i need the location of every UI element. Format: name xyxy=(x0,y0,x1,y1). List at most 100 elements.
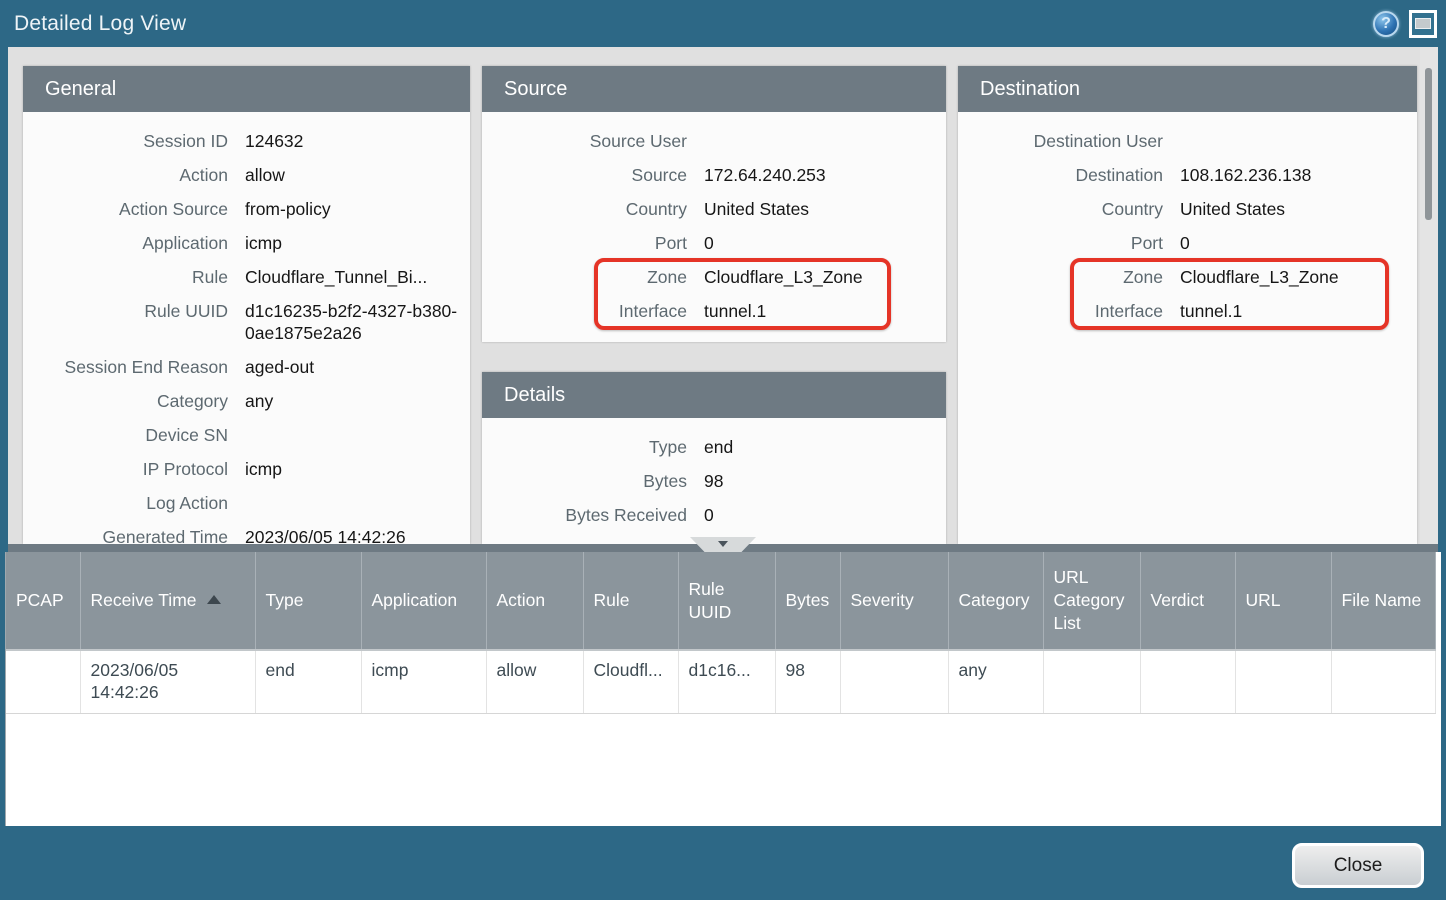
column-header-url-category-list[interactable]: URL Category List xyxy=(1043,552,1140,650)
field-row-action: Actionallow xyxy=(23,158,470,192)
field-row-session-end-reason: Session End Reason aged-out xyxy=(23,350,470,384)
log-table-region: PCAP Receive Time Type Application Action Rul… xyxy=(5,552,1441,826)
maximize-window-icon[interactable] xyxy=(1409,10,1437,38)
field-label: Destination User xyxy=(958,130,1163,152)
field-label: Session End Reason xyxy=(23,356,228,378)
column-header-rule-uuid[interactable]: Rule UUID xyxy=(678,552,775,650)
field-label: Action xyxy=(23,164,228,186)
column-header-category[interactable]: Category xyxy=(948,552,1043,650)
panel-general: General Session ID124632ActionallowActio… xyxy=(23,66,470,544)
column-header-severity[interactable]: Severity xyxy=(840,552,948,650)
field-row-rule: RuleCloudflare_Tunnel_Bi... xyxy=(23,260,470,294)
field-row-rule-uuid: Rule UUIDd1c16235-b2f2-4327-b380-0ae1875… xyxy=(23,294,470,350)
field-label: Rule UUID xyxy=(23,300,228,344)
column-header-label: PCAP xyxy=(16,590,64,610)
field-row-source-user: Source User xyxy=(482,124,946,158)
panel-details-header: Details xyxy=(482,372,946,418)
column-header-label: Severity xyxy=(851,590,914,610)
field-value xyxy=(704,130,946,152)
column-header-label: Action xyxy=(497,590,546,610)
column-header-type[interactable]: Type xyxy=(255,552,361,650)
column-header-verdict[interactable]: Verdict xyxy=(1140,552,1235,650)
sort-ascending-icon xyxy=(207,595,221,604)
field-label: Country xyxy=(482,198,687,220)
table-cell-verdict xyxy=(1140,650,1235,713)
field-value: 0 xyxy=(1180,232,1417,254)
log-table: PCAP Receive Time Type Application Action Rul… xyxy=(6,552,1436,714)
field-row-interface: Interfacetunnel.1 xyxy=(958,294,1417,328)
field-value: end xyxy=(704,436,946,458)
field-row-destination: Destination 108.162.236.138 xyxy=(958,158,1417,192)
table-cell-bytes: 98 xyxy=(775,650,840,713)
panel-general-header: General xyxy=(23,66,470,112)
column-header-label: URL Category List xyxy=(1054,567,1125,633)
close-button[interactable]: Close xyxy=(1292,843,1424,888)
field-row-generated-time: Generated Time2023/06/05 14:42:26 xyxy=(23,520,470,544)
field-value xyxy=(245,424,470,446)
field-label: Zone xyxy=(958,266,1163,288)
column-header-receive-time[interactable]: Receive Time xyxy=(80,552,255,650)
field-value: Cloudflare_Tunnel_Bi... xyxy=(245,266,470,288)
column-header-action[interactable]: Action xyxy=(486,552,583,650)
vertical-scrollbar[interactable] xyxy=(1420,47,1438,544)
field-label: Session ID xyxy=(23,130,228,152)
log-table-body: 2023/06/05 14:42:26endicmpallowCloudfl..… xyxy=(6,650,1435,713)
table-row[interactable]: 2023/06/05 14:42:26endicmpallowCloudfl..… xyxy=(6,650,1435,713)
field-value: icmp xyxy=(245,458,470,480)
panel-destination-header: Destination xyxy=(958,66,1417,112)
column-header-label: Verdict xyxy=(1151,590,1205,610)
field-label: Port xyxy=(482,232,687,254)
field-value: 0 xyxy=(704,232,946,254)
field-value: tunnel.1 xyxy=(1180,300,1417,322)
column-header-label: Rule xyxy=(594,590,630,610)
table-cell-pcap xyxy=(6,650,80,713)
panel-details: Details TypeendBytes98Bytes Received0 xyxy=(482,372,946,544)
panel-destination: Destination Destination User Destination 1… xyxy=(958,66,1417,544)
field-row-source: Source172.64.240.253 xyxy=(482,158,946,192)
column-header-label: File Name xyxy=(1342,590,1422,610)
scrollbar-thumb[interactable] xyxy=(1425,68,1432,220)
column-header-label: Category xyxy=(959,590,1030,610)
field-row-type: Typeend xyxy=(482,430,946,464)
title-bar: Detailed Log View ? xyxy=(0,0,1446,47)
table-cell-file-name xyxy=(1331,650,1435,713)
column-header-pcap[interactable]: PCAP xyxy=(6,552,80,650)
column-header-rule[interactable]: Rule xyxy=(583,552,678,650)
table-cell-url xyxy=(1235,650,1331,713)
field-label: Zone xyxy=(482,266,687,288)
field-value: aged-out xyxy=(245,356,470,378)
field-row-category: Categoryany xyxy=(23,384,470,418)
field-label: Destination xyxy=(958,164,1163,186)
help-icon[interactable]: ? xyxy=(1373,11,1399,37)
field-value: 0 xyxy=(704,504,946,526)
field-label: Bytes xyxy=(482,470,687,492)
field-row-port: Port 0 xyxy=(482,226,946,260)
field-label: Type xyxy=(482,436,687,458)
field-row-interface: Interfacetunnel.1 xyxy=(482,294,946,328)
field-value: icmp xyxy=(245,232,470,254)
field-value xyxy=(1180,130,1417,152)
field-label: Device SN xyxy=(23,424,228,446)
field-value: United States xyxy=(704,198,946,220)
field-row-destination-user: Destination User xyxy=(958,124,1417,158)
panel-table-splitter[interactable] xyxy=(8,544,1438,552)
splitter-collapse-handle[interactable] xyxy=(690,537,756,552)
field-value: any xyxy=(245,390,470,412)
field-label: Log Action xyxy=(23,492,228,514)
table-cell-severity xyxy=(840,650,948,713)
field-row-log-action: Log Action xyxy=(23,486,470,520)
column-header-url[interactable]: URL xyxy=(1235,552,1331,650)
window-glyph xyxy=(1415,18,1431,29)
column-header-bytes[interactable]: Bytes xyxy=(775,552,840,650)
column-header-label: Type xyxy=(266,590,304,610)
column-header-application[interactable]: Application xyxy=(361,552,486,650)
field-value: 2023/06/05 14:42:26 xyxy=(245,526,470,544)
field-value: 108.162.236.138 xyxy=(1180,164,1417,186)
field-label: Interface xyxy=(482,300,687,322)
field-row-device-sn: Device SN xyxy=(23,418,470,452)
field-label: Country xyxy=(958,198,1163,220)
panel-details-body: TypeendBytes98Bytes Received0 xyxy=(482,418,946,532)
field-value: United States xyxy=(1180,198,1417,220)
field-row-action-source: Action Sourcefrom-policy xyxy=(23,192,470,226)
column-header-file-name[interactable]: File Name xyxy=(1331,552,1435,650)
